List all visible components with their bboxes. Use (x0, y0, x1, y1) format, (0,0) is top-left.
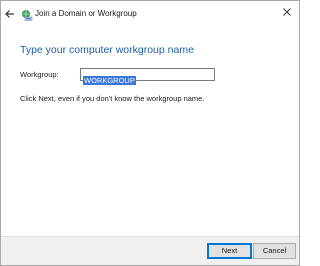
back-arrow-icon[interactable] (3, 7, 17, 21)
hint-text: Click Next, even if you don't know the w… (20, 94, 205, 103)
window-title: Join a Domain or Workgroup (35, 9, 137, 18)
workgroup-label: Workgroup: (20, 70, 59, 79)
cancel-button[interactable]: Cancel (253, 243, 296, 259)
workgroup-input-value: WORKGROUP (83, 76, 136, 85)
network-workgroup-icon (21, 8, 33, 21)
next-button[interactable]: Next (207, 243, 252, 259)
wizard-window: Join a Domain or Workgroup Type your com… (0, 0, 300, 266)
close-icon[interactable] (279, 4, 295, 20)
title-bar: Join a Domain or Workgroup (1, 1, 299, 27)
wizard-footer: Next Cancel (1, 236, 299, 265)
workgroup-input[interactable]: WORKGROUP (80, 68, 215, 85)
page-heading: Type your computer workgroup name (20, 44, 194, 56)
